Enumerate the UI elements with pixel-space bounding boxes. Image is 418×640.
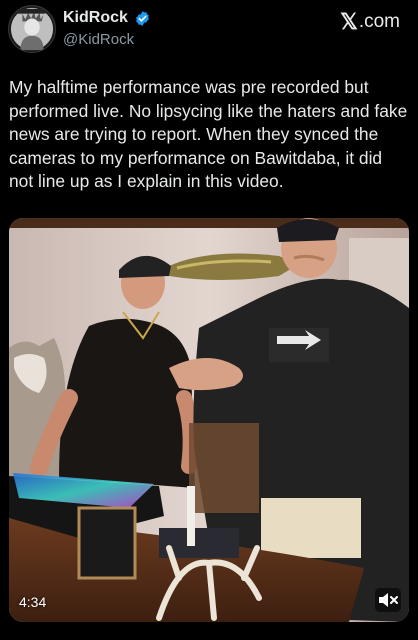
verified-badge-icon xyxy=(134,10,151,27)
x-brand: 𝕏 .com xyxy=(340,9,400,35)
video-player[interactable]: 4:34 xyxy=(9,218,409,622)
video-frame xyxy=(9,218,409,622)
tweet-header: KidRock @KidRock 𝕏 .com xyxy=(0,0,418,60)
x-logo-icon: 𝕏 xyxy=(340,9,358,34)
video-duration: 4:34 xyxy=(19,594,47,610)
author-name-row: KidRock xyxy=(63,9,151,27)
statue-of-liberty-icon xyxy=(9,6,55,52)
speaker-muted-icon xyxy=(379,593,398,607)
brand-label: .com xyxy=(358,11,400,32)
author-avatar[interactable] xyxy=(8,5,56,53)
mute-toggle-button[interactable] xyxy=(375,588,401,612)
tweet-text: My halftime performance was pre recorded… xyxy=(9,77,408,192)
author-display-name[interactable]: KidRock xyxy=(63,9,128,27)
author-handle[interactable]: @KidRock xyxy=(63,31,134,48)
